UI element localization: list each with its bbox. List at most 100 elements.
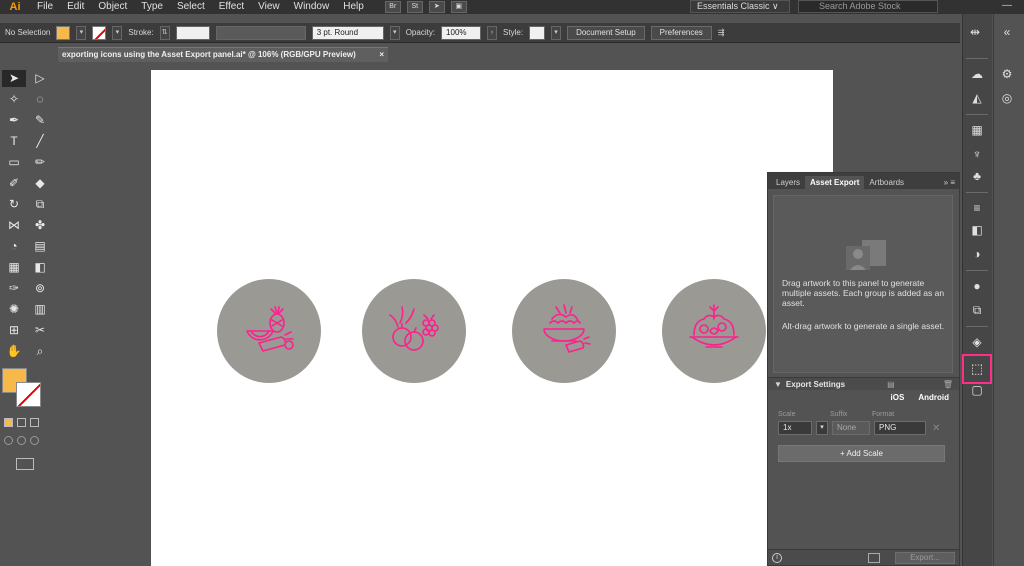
- expand-icon[interactable]: «: [998, 24, 1016, 40]
- gradient-tool-icon[interactable]: ◧: [28, 259, 52, 276]
- tab-asset-export[interactable]: Asset Export: [805, 176, 865, 189]
- tab-layers[interactable]: Layers: [771, 176, 805, 189]
- send-icon[interactable]: ➤: [428, 1, 445, 13]
- artboard-tool-icon[interactable]: ⊞: [2, 322, 26, 339]
- scale-select[interactable]: 1x: [778, 421, 812, 435]
- fruit-cocktail-icon[interactable]: [217, 279, 321, 383]
- preferences-button[interactable]: Preferences: [650, 25, 712, 40]
- presets-icon[interactable]: ▤: [887, 380, 895, 389]
- export-settings-header[interactable]: ▼ Export Settings ▤ 🗑: [768, 377, 959, 390]
- gradient-panel-icon[interactable]: ◧: [968, 222, 986, 238]
- style-field[interactable]: [529, 25, 546, 40]
- menu-effect[interactable]: Effect: [212, 0, 251, 14]
- trash-icon[interactable]: 🗑: [943, 380, 953, 389]
- stroke-weight-field[interactable]: [175, 25, 210, 40]
- workspace-switcher[interactable]: Essentials Classic ∨: [690, 0, 790, 13]
- stock-button[interactable]: St: [406, 1, 423, 13]
- color-guide-icon[interactable]: ⧉: [968, 302, 986, 318]
- menu-select[interactable]: Select: [170, 0, 212, 14]
- artboard[interactable]: [151, 70, 833, 566]
- export-window-icon[interactable]: [868, 552, 880, 563]
- blend-tool-icon[interactable]: ⊚: [28, 280, 52, 297]
- berries-icon[interactable]: [362, 279, 466, 383]
- line-tool-icon[interactable]: ╱: [28, 133, 52, 150]
- minimize-icon[interactable]: —: [1002, 1, 1014, 13]
- shaper-tool-icon[interactable]: ✐: [2, 175, 26, 192]
- suffix-input[interactable]: None: [832, 421, 870, 435]
- graphic-styles-icon[interactable]: ◎: [998, 90, 1016, 106]
- asset-drop-area[interactable]: Drag artwork to this panel to generate m…: [773, 195, 953, 373]
- opacity-field[interactable]: 100%: [441, 25, 482, 40]
- menu-help[interactable]: Help: [336, 0, 371, 14]
- document-setup-button[interactable]: Document Setup: [567, 25, 645, 40]
- variable-width-field[interactable]: [215, 25, 306, 40]
- eyedropper-tool-icon[interactable]: ✑: [2, 280, 26, 297]
- transparency-icon[interactable]: ◑: [968, 246, 986, 262]
- brushes-icon[interactable]: ♆: [968, 146, 986, 162]
- color-mode-icon[interactable]: [4, 418, 13, 427]
- color-panel-icon[interactable]: ●: [968, 278, 986, 294]
- appearance-icon[interactable]: ◭: [968, 90, 986, 106]
- properties-icon[interactable]: ⚙: [998, 66, 1016, 82]
- paintbrush-tool-icon[interactable]: ✏: [28, 154, 52, 171]
- perspective-grid-tool-icon[interactable]: ▤: [28, 238, 52, 255]
- collapse-panels-icon[interactable]: ⇹: [966, 24, 984, 40]
- pen-tool-icon[interactable]: ✒: [2, 112, 26, 129]
- eraser-tool-icon[interactable]: ◆: [28, 175, 52, 192]
- curvature-tool-icon[interactable]: ✎: [28, 112, 52, 129]
- android-preset[interactable]: Android: [918, 393, 949, 405]
- menu-window[interactable]: Window: [287, 0, 337, 14]
- gradient-mode-icon[interactable]: [17, 418, 26, 427]
- panel-menu-icon[interactable]: » ≡: [944, 176, 959, 189]
- width-tool-icon[interactable]: ⋈: [2, 217, 26, 234]
- asset-export-dock-button[interactable]: ⬚: [962, 354, 992, 384]
- stroke-panel-icon[interactable]: ≡: [968, 200, 986, 216]
- draw-normal-icon[interactable]: [4, 436, 13, 445]
- menu-view[interactable]: View: [251, 0, 287, 14]
- rotate-tool-icon[interactable]: ↻: [2, 196, 26, 213]
- none-mode-icon[interactable]: [30, 418, 39, 427]
- stock-search-input[interactable]: Search Adobe Stock: [798, 0, 938, 13]
- format-select[interactable]: PNG: [874, 421, 926, 435]
- zoom-tool-icon[interactable]: ⌕: [28, 343, 52, 360]
- ios-preset[interactable]: iOS: [891, 393, 905, 405]
- selection-tool-icon[interactable]: ➤: [2, 70, 26, 87]
- swatches-icon[interactable]: ▦: [968, 122, 986, 138]
- screen-mode-icon[interactable]: [16, 458, 34, 470]
- export-button[interactable]: Export...: [895, 551, 955, 564]
- lasso-tool-icon[interactable]: ◌: [28, 91, 52, 108]
- stroke-color-swatch[interactable]: [16, 382, 41, 407]
- fill-swatch[interactable]: [56, 25, 71, 40]
- bridge-button[interactable]: Br: [384, 1, 401, 13]
- draw-behind-icon[interactable]: [17, 436, 26, 445]
- draw-inside-icon[interactable]: [30, 436, 39, 445]
- salad-bowl-icon[interactable]: [512, 279, 616, 383]
- layers-icon[interactable]: ◈: [968, 334, 986, 350]
- magic-wand-tool-icon[interactable]: ✧: [2, 91, 26, 108]
- chevron-down-icon[interactable]: ▾: [551, 25, 562, 40]
- chevron-right-icon[interactable]: ›: [487, 25, 498, 40]
- stroke-stepper[interactable]: ⇅: [159, 25, 170, 40]
- artboards-panel-icon[interactable]: ▢: [968, 382, 986, 398]
- document-tab[interactable]: exporting icons using the Asset Export p…: [58, 47, 388, 62]
- column-graph-tool-icon[interactable]: ▥: [28, 301, 52, 318]
- libraries-icon[interactable]: ☁: [968, 66, 986, 82]
- hand-tool-icon[interactable]: ✋: [2, 343, 26, 360]
- chevron-down-icon[interactable]: ▾: [112, 25, 123, 40]
- menu-edit[interactable]: Edit: [60, 0, 91, 14]
- brush-field[interactable]: 3 pt. Round: [311, 25, 384, 40]
- arrange-icon[interactable]: ⇶: [718, 28, 725, 37]
- symbols-icon[interactable]: ♣: [968, 168, 986, 184]
- add-scale-button[interactable]: + Add Scale: [778, 445, 945, 462]
- mesh-tool-icon[interactable]: ▦: [2, 259, 26, 276]
- info-icon[interactable]: i: [772, 552, 782, 563]
- slice-tool-icon[interactable]: ✂: [28, 322, 52, 339]
- rectangle-tool-icon[interactable]: ▭: [2, 154, 26, 171]
- symbol-sprayer-tool-icon[interactable]: ✺: [2, 301, 26, 318]
- chevron-down-icon[interactable]: ▾: [76, 25, 87, 40]
- menu-object[interactable]: Object: [91, 0, 134, 14]
- salad-plate-icon[interactable]: [662, 279, 766, 383]
- type-tool-icon[interactable]: T: [2, 133, 26, 150]
- remove-scale-icon[interactable]: ✕: [932, 423, 940, 434]
- chevron-down-icon[interactable]: ▾: [389, 25, 400, 40]
